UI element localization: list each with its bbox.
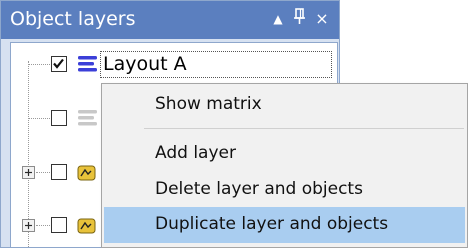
menu-item-duplicate-layer[interactable]: Duplicate layer and objects	[104, 207, 465, 243]
menu-item-label: Delete layer and objects	[155, 179, 363, 199]
layer-stack-icon	[77, 54, 99, 78]
object-group-icon	[77, 217, 97, 239]
menu-item-label: Add layer	[155, 143, 236, 163]
menu-item-add-layer[interactable]: Add layer	[104, 136, 465, 172]
pin-icon-shape	[294, 8, 305, 24]
checkmark-icon	[53, 58, 64, 69]
tree-line	[28, 64, 50, 65]
menu-item-label: Show matrix	[155, 94, 262, 114]
tree-line	[36, 172, 50, 173]
menu-separator	[144, 128, 464, 129]
menu-item-show-matrix[interactable]: Show matrix	[104, 87, 465, 123]
menu-item-delete-layer[interactable]: Delete layer and objects	[104, 172, 465, 208]
layer-label: Layout A	[103, 53, 187, 75]
context-menu: Show matrix Add layer Delete layer and o…	[101, 83, 468, 248]
expand-icon[interactable]	[22, 166, 35, 179]
layer-checkbox[interactable]	[51, 56, 67, 72]
pin-icon[interactable]	[291, 7, 309, 32]
tree-line	[36, 225, 50, 226]
layer-checkbox[interactable]	[51, 164, 67, 180]
layer-stack-icon	[77, 108, 99, 132]
tree-row[interactable]: Layout A	[11, 50, 337, 86]
menu-item-label: Duplicate layer and objects	[155, 214, 389, 234]
panel-header: Object layers ▲ ×	[1, 1, 339, 39]
expand-icon[interactable]	[22, 219, 35, 232]
object-group-icon	[77, 164, 97, 186]
layer-checkbox[interactable]	[51, 110, 67, 126]
dropdown-arrow-icon[interactable]: ▲	[269, 7, 287, 31]
panel-title: Object layers	[10, 8, 136, 30]
close-icon[interactable]: ×	[313, 7, 331, 31]
tree-line	[28, 118, 50, 119]
layer-checkbox[interactable]	[51, 217, 67, 233]
